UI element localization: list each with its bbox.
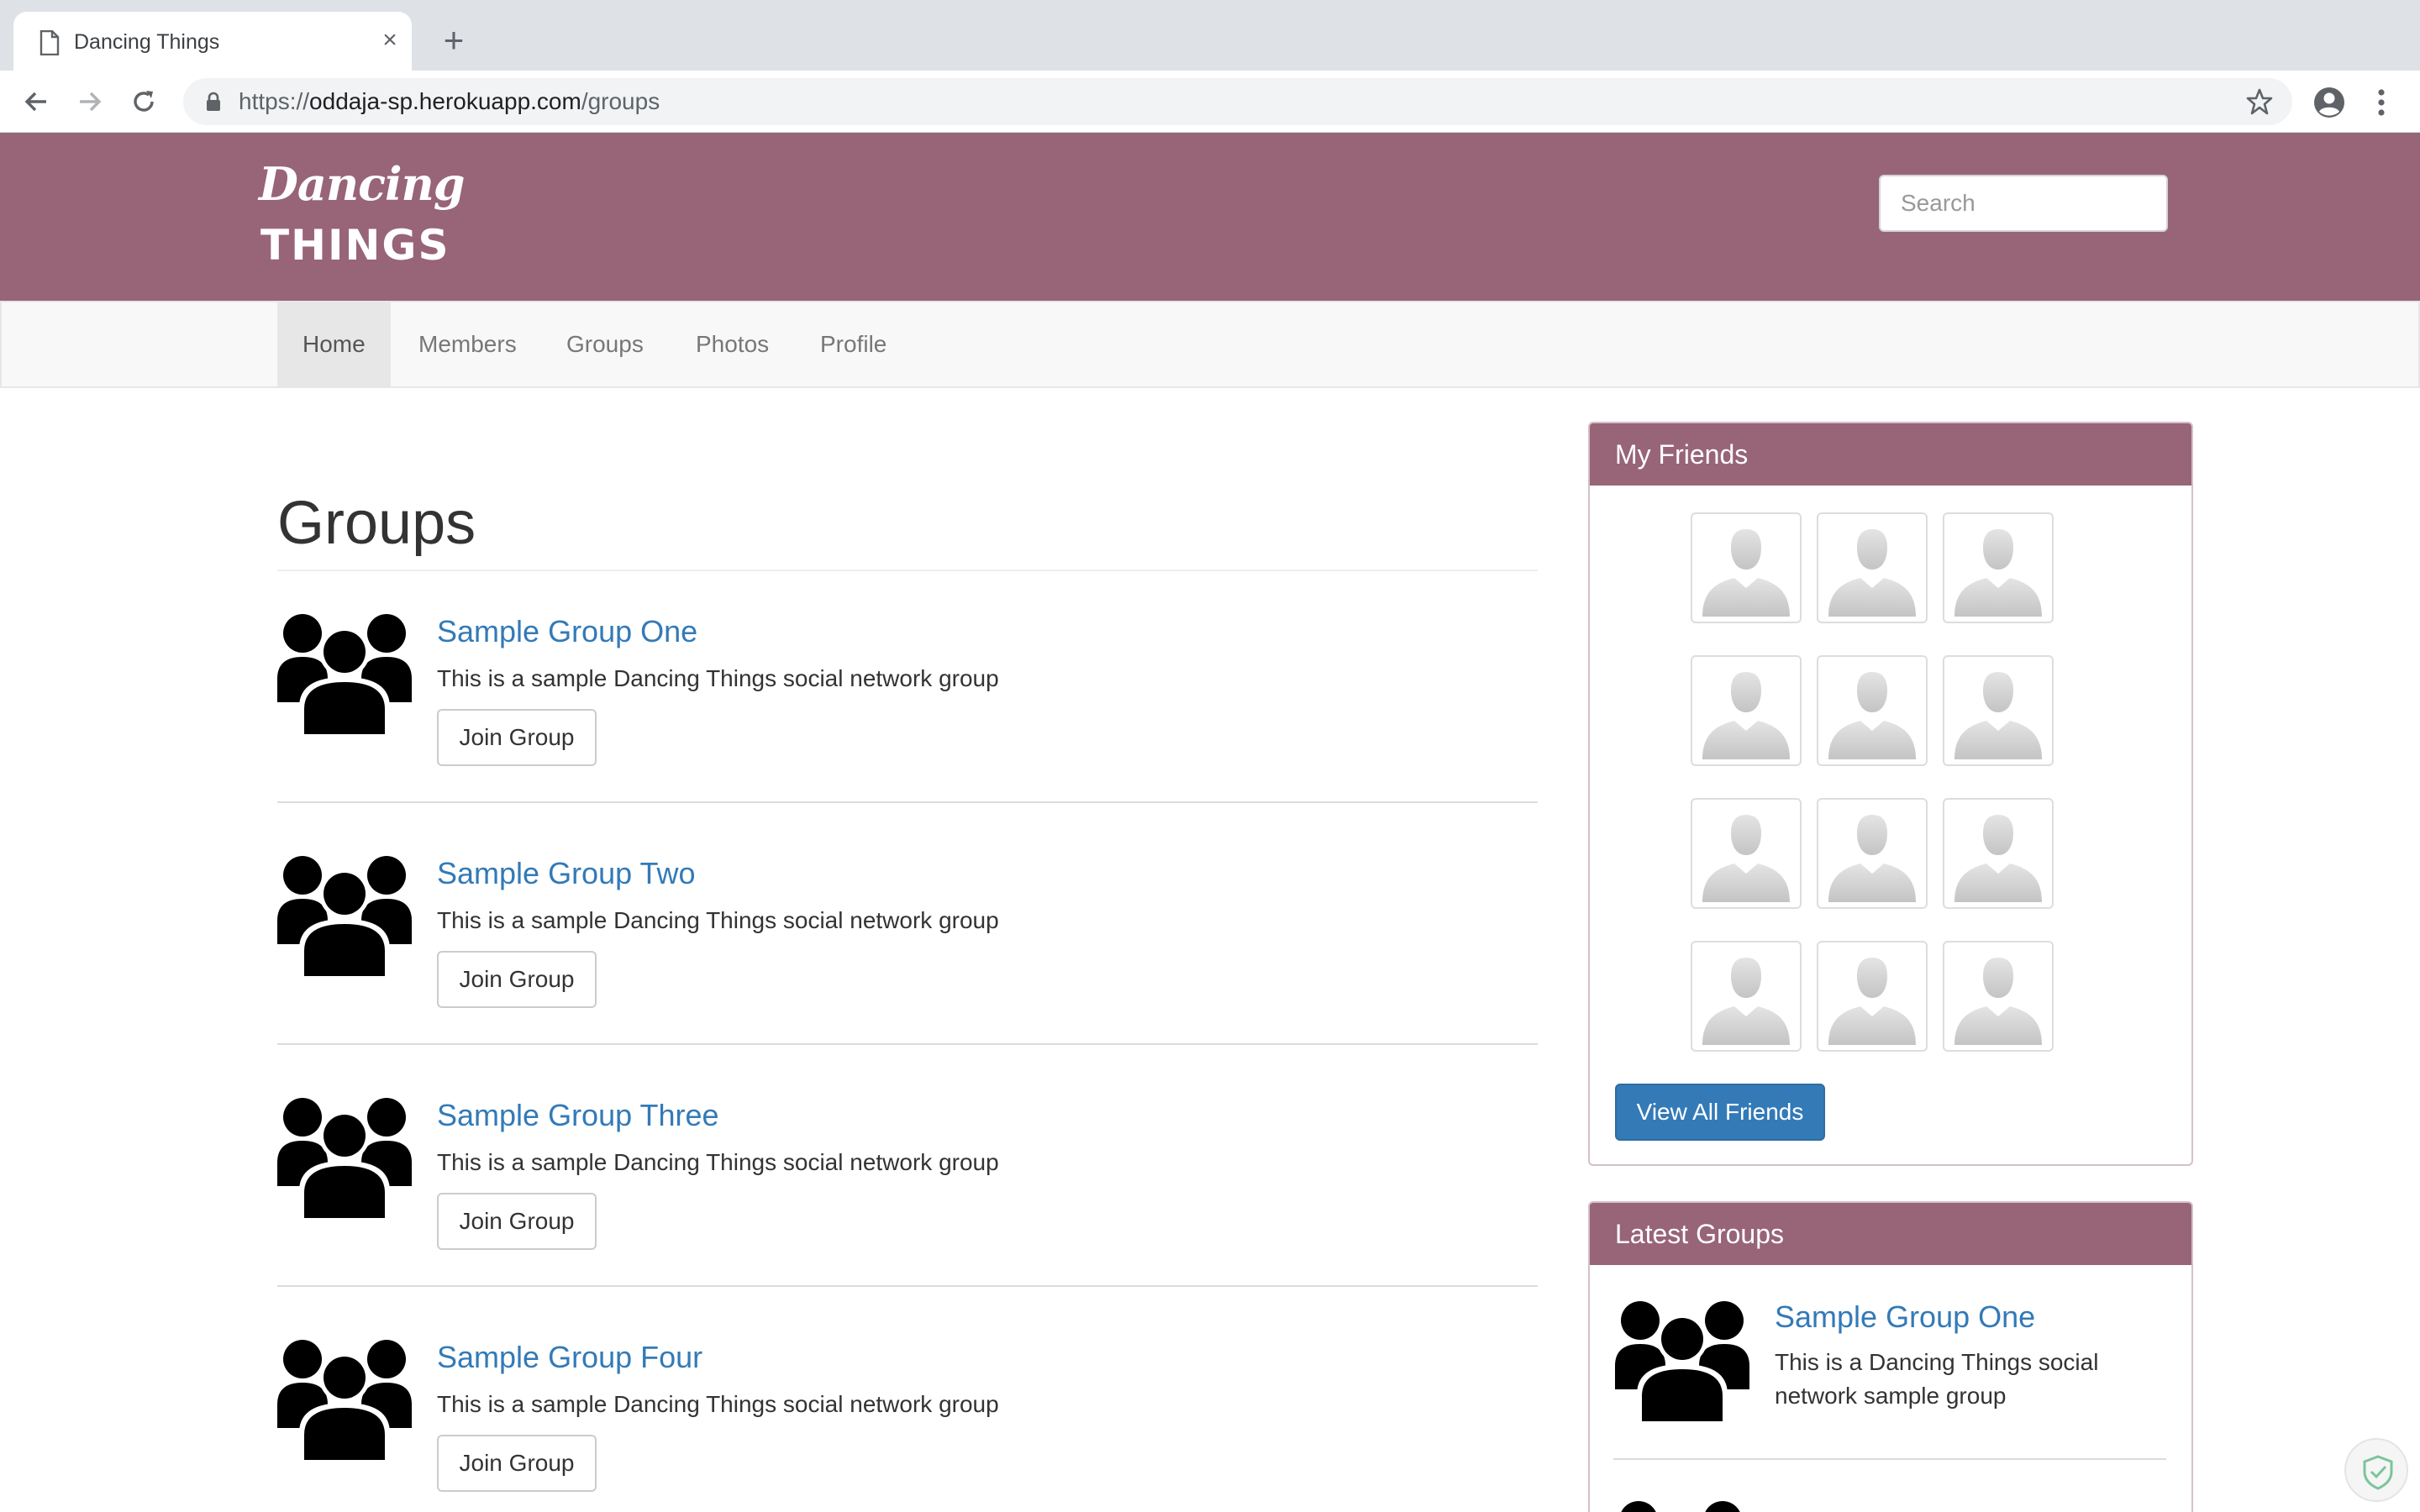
avatar-placeholder-icon bbox=[1949, 948, 2047, 1045]
friend-avatar[interactable] bbox=[1691, 798, 1802, 909]
url-host: oddaja-sp.herokuapp.com bbox=[309, 88, 581, 114]
avatar-placeholder-icon bbox=[1823, 805, 1921, 902]
avatar-placeholder-icon bbox=[1823, 662, 1921, 759]
close-icon[interactable]: × bbox=[376, 27, 403, 54]
group-icon bbox=[277, 1340, 412, 1460]
group-description: This is a sample Dancing Things social n… bbox=[437, 1391, 999, 1417]
group-list-item: Sample Group Four This is a sample Danci… bbox=[277, 1297, 1538, 1512]
friend-avatar[interactable] bbox=[1691, 512, 1802, 623]
latest-group-item: Sample Group One This is a Dancing Thing… bbox=[1615, 1295, 2170, 1480]
group-icon bbox=[277, 1098, 412, 1218]
group-divider bbox=[277, 801, 1538, 803]
group-list-item: Sample Group Two This is a sample Dancin… bbox=[277, 813, 1538, 1055]
tab-title: Dancing Things bbox=[74, 30, 220, 54]
group-description: This is a sample Dancing Things social n… bbox=[437, 665, 999, 691]
join-group-button[interactable]: Join Group bbox=[437, 951, 597, 1008]
latest-divider bbox=[1613, 1458, 2166, 1460]
latest-group-name-link[interactable]: Sample Group One bbox=[1775, 1299, 2035, 1336]
browser-tabstrip: Dancing Things × + bbox=[0, 0, 2420, 71]
friend-avatar[interactable] bbox=[1817, 798, 1928, 909]
group-name-link[interactable]: Sample Group Two bbox=[437, 855, 696, 892]
url-path: /groups bbox=[581, 88, 660, 114]
page-title: Groups bbox=[277, 490, 476, 557]
nav-item-groups[interactable]: Groups bbox=[541, 302, 669, 386]
page-icon bbox=[39, 30, 60, 55]
avatar-placeholder-icon bbox=[1823, 519, 1921, 617]
group-icon bbox=[1615, 1301, 1749, 1421]
account-icon[interactable] bbox=[2312, 86, 2346, 119]
menu-dots-icon[interactable] bbox=[2371, 86, 2391, 119]
group-icon bbox=[277, 614, 412, 734]
group-name-link[interactable]: Sample Group One bbox=[437, 613, 697, 650]
panel-heading: Latest Groups bbox=[1590, 1203, 2191, 1265]
friend-avatar[interactable] bbox=[1691, 941, 1802, 1052]
site-logo[interactable]: Dancing THINGS bbox=[259, 156, 465, 274]
friend-avatar[interactable] bbox=[1943, 798, 2054, 909]
avatar-placeholder-icon bbox=[1697, 805, 1795, 902]
group-name-link[interactable]: Sample Group Three bbox=[437, 1097, 719, 1134]
friend-avatar[interactable] bbox=[1943, 941, 2054, 1052]
friend-avatar[interactable] bbox=[1817, 512, 1928, 623]
group-list-item: Sample Group One This is a sample Dancin… bbox=[277, 571, 1538, 813]
search-input[interactable] bbox=[1879, 175, 2168, 232]
avatar-placeholder-icon bbox=[1949, 662, 2047, 759]
join-group-button[interactable]: Join Group bbox=[437, 1435, 597, 1492]
group-divider bbox=[277, 1043, 1538, 1045]
latest-group-description: This is a Dancing Things social network … bbox=[1775, 1349, 2099, 1409]
shield-icon bbox=[2363, 1455, 2393, 1490]
friend-avatar[interactable] bbox=[1943, 655, 2054, 766]
group-divider bbox=[277, 1285, 1538, 1287]
logo-line1: Dancing bbox=[259, 157, 465, 211]
lock-icon bbox=[207, 92, 220, 111]
friend-avatar[interactable] bbox=[1817, 655, 1928, 766]
logo-line2: THINGS bbox=[260, 221, 450, 270]
group-icon bbox=[1621, 1501, 1740, 1512]
avatar-placeholder-icon bbox=[1697, 662, 1795, 759]
site-header: Dancing THINGS bbox=[0, 133, 2420, 301]
address-bar[interactable]: https://oddaja-sp.herokuapp.com/groups bbox=[183, 78, 2292, 125]
group-name-link[interactable]: Sample Group Four bbox=[437, 1339, 702, 1376]
group-description: This is a sample Dancing Things social n… bbox=[437, 907, 999, 933]
reload-icon[interactable] bbox=[124, 82, 163, 121]
friend-avatar[interactable] bbox=[1817, 941, 1928, 1052]
avatar-placeholder-icon bbox=[1949, 805, 2047, 902]
new-tab-icon[interactable]: + bbox=[437, 23, 471, 58]
nav-item-profile[interactable]: Profile bbox=[795, 302, 912, 386]
join-group-button[interactable]: Join Group bbox=[437, 709, 597, 766]
friend-avatar[interactable] bbox=[1943, 512, 2054, 623]
nav-item-photos[interactable]: Photos bbox=[671, 302, 794, 386]
avatar-placeholder-icon bbox=[1949, 519, 2047, 617]
friend-avatar[interactable] bbox=[1691, 655, 1802, 766]
browser-toolbar: https://oddaja-sp.herokuapp.com/groups bbox=[0, 71, 2420, 133]
panel-heading: My Friends bbox=[1590, 423, 2191, 486]
url-text: https://oddaja-sp.herokuapp.com/groups bbox=[239, 88, 660, 115]
nav-item-members[interactable]: Members bbox=[393, 302, 542, 386]
bookmark-star-icon[interactable] bbox=[2245, 87, 2274, 116]
avatar-placeholder-icon bbox=[1697, 519, 1795, 617]
latest-groups-panel: Latest Groups Sample Group One This is a… bbox=[1588, 1201, 2193, 1512]
browser-tab[interactable]: Dancing Things × bbox=[13, 12, 412, 71]
group-description: This is a sample Dancing Things social n… bbox=[437, 1149, 999, 1175]
main-navbar: Home Members Groups Photos Profile bbox=[0, 301, 2420, 388]
security-badge[interactable] bbox=[2344, 1438, 2408, 1502]
join-group-button[interactable]: Join Group bbox=[437, 1193, 597, 1250]
my-friends-panel: My Friends View All Friends bbox=[1588, 422, 2193, 1166]
avatar-placeholder-icon bbox=[1697, 948, 1795, 1045]
avatar-placeholder-icon bbox=[1823, 948, 1921, 1045]
group-list-item: Sample Group Three This is a sample Danc… bbox=[277, 1055, 1538, 1297]
nav-item-home[interactable]: Home bbox=[277, 302, 391, 386]
url-scheme: https:// bbox=[239, 88, 310, 114]
view-all-friends-button[interactable]: View All Friends bbox=[1615, 1084, 1825, 1141]
group-icon bbox=[277, 856, 412, 976]
back-icon[interactable] bbox=[17, 82, 55, 121]
forward-icon[interactable] bbox=[71, 82, 109, 121]
